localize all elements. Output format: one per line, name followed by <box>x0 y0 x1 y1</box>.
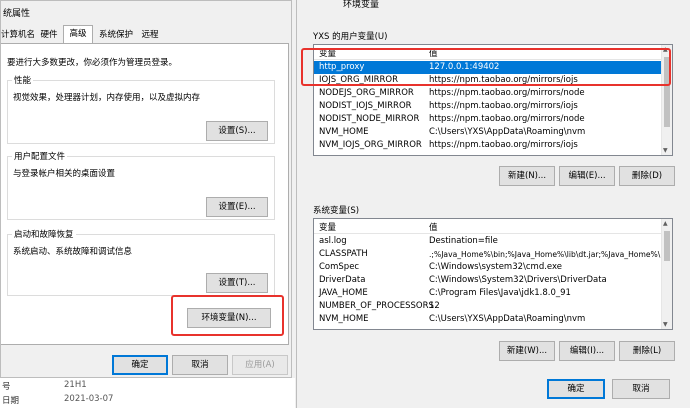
scroll-down-arrow-icon[interactable]: ▼ <box>663 321 668 328</box>
user-profile-desc: 与登录帐户相关的桌面设置 <box>13 169 116 179</box>
highlight-env-button <box>171 295 284 336</box>
system-edit-button[interactable]: 编辑(I)... <box>559 341 615 361</box>
col-header-variable[interactable]: 变量 <box>319 221 336 233</box>
table-row[interactable]: asl.log Destination=file <box>314 235 672 248</box>
env-cancel-button[interactable]: 取消 <box>612 379 670 399</box>
system-new-button[interactable]: 新建(W)... <box>499 341 555 361</box>
bg-label-version: 号 <box>2 382 11 392</box>
table-row[interactable]: NODEJS_ORG_MIRROR https://npm.taobao.org… <box>314 87 672 100</box>
startup-recovery-title: 启动和故障恢复 <box>12 228 76 240</box>
system-variables-list[interactable]: 变量 值 asl.log Destination=file CLASSPATH … <box>313 218 673 330</box>
table-row[interactable]: ComSpec C:\Windows\system32\cmd.exe <box>314 261 672 274</box>
table-row[interactable]: NVM_HOME C:\Users\YXS\AppData\Roaming\nv… <box>314 313 672 326</box>
user-profile-group: 用户配置文件 与登录帐户相关的桌面设置 设置(E)... <box>7 150 275 220</box>
startup-recovery-group: 启动和故障恢复 系统启动、系统故障和调试信息 设置(T)... <box>7 228 275 296</box>
table-row[interactable]: NUMBER_OF_PROCESSORS 12 <box>314 300 672 313</box>
background-info: 号 21H1 日期 2021-03-07 <box>0 378 295 408</box>
apply-button[interactable]: 应用(A) <box>232 355 288 375</box>
bg-value-date: 2021-03-07 <box>64 394 114 404</box>
system-vars-section-title: 系统变量(S) <box>313 206 360 216</box>
table-row[interactable]: NVM_IOJS_ORG_MIRROR https://npm.taobao.o… <box>314 139 672 152</box>
table-row[interactable]: NVM_HOME C:\Users\YXS\AppData\Roaming\nv… <box>314 126 672 139</box>
environment-variables-dialog: 环境变量 YXS 的用户变量(U) 变量 值 http_proxy 127.0.… <box>296 0 690 408</box>
system-properties-dialog: 统属性 计算机名 硬件 高级 系统保护 远程 要进行大多数更改，你必须作为管理员… <box>0 0 292 378</box>
scroll-thumb[interactable] <box>664 231 670 261</box>
env-ok-button[interactable]: 确定 <box>547 379 605 399</box>
highlight-user-vars <box>301 48 671 86</box>
user-profile-title: 用户配置文件 <box>12 150 68 162</box>
cancel-button[interactable]: 取消 <box>172 355 228 375</box>
bg-value-version: 21H1 <box>64 380 87 390</box>
table-row[interactable]: CLASSPATH .;%Java_Home%\bin;%Java_Home%\… <box>314 248 672 261</box>
performance-settings-button[interactable]: 设置(S)... <box>206 121 268 141</box>
user-vars-section-title: YXS 的用户变量(U) <box>313 32 388 42</box>
window-title: 统属性 <box>3 9 31 19</box>
table-row[interactable]: JAVA_HOME C:\Program Files\Java\jdk1.8.0… <box>314 287 672 300</box>
table-row[interactable]: DriverData C:\Windows\System32\Drivers\D… <box>314 274 672 287</box>
user-new-button[interactable]: 新建(N)... <box>499 166 555 186</box>
bg-label-date: 日期 <box>2 396 20 406</box>
col-header-value[interactable]: 值 <box>429 221 438 233</box>
tab-remote[interactable]: 远程 <box>138 27 162 43</box>
system-delete-button[interactable]: 删除(L) <box>619 341 675 361</box>
system-list-scrollbar[interactable]: ▲ ▼ <box>661 219 672 329</box>
performance-title: 性能 <box>12 74 34 86</box>
ok-button[interactable]: 确定 <box>112 355 168 375</box>
startup-recovery-settings-button[interactable]: 设置(T)... <box>206 273 268 293</box>
tab-advanced[interactable]: 高级 <box>63 25 93 44</box>
tab-hardware[interactable]: 硬件 <box>37 27 61 43</box>
startup-recovery-desc: 系统启动、系统故障和调试信息 <box>13 247 133 257</box>
performance-desc: 视觉效果，处理器计划，内存使用，以及虚拟内存 <box>13 93 201 103</box>
user-edit-button[interactable]: 编辑(E)... <box>559 166 615 186</box>
tab-system-protection[interactable]: 系统保护 <box>96 27 136 43</box>
table-row[interactable]: NODIST_IOJS_MIRROR https://npm.taobao.or… <box>314 100 672 113</box>
admin-note: 要进行大多数更改，你必须作为管理员登录。 <box>7 58 178 68</box>
performance-group: 性能 视觉效果，处理器计划，内存使用，以及虚拟内存 设置(S)... <box>7 74 275 144</box>
table-row[interactable]: NODIST_NODE_MIRROR https://npm.taobao.or… <box>314 113 672 126</box>
scroll-up-arrow-icon[interactable]: ▲ <box>663 220 668 227</box>
user-profile-settings-button[interactable]: 设置(E)... <box>206 197 268 217</box>
scroll-down-arrow-icon[interactable]: ▼ <box>663 147 668 154</box>
env-window-title: 环境变量 <box>343 0 380 10</box>
system-list-header: 变量 值 <box>314 219 672 234</box>
tab-computer-name[interactable]: 计算机名 <box>1 27 35 43</box>
user-delete-button[interactable]: 删除(D) <box>619 166 675 186</box>
